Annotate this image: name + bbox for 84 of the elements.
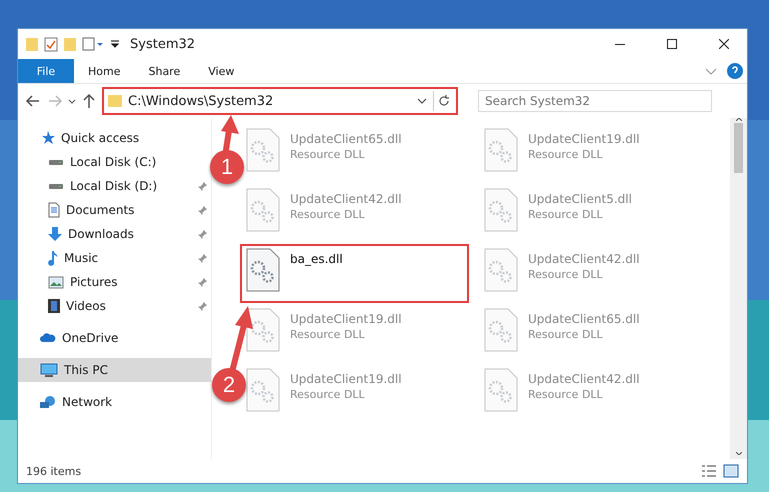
film-icon: [48, 299, 60, 313]
sidebar-item[interactable]: OneDrive: [18, 326, 211, 350]
address-path: C:\Windows\System32: [128, 94, 274, 108]
sidebar-label: Quick access: [61, 131, 140, 145]
sidebar-item[interactable]: Local Disk (D:): [18, 174, 211, 198]
sidebar-label: Local Disk (D:): [70, 179, 158, 193]
star-icon: [40, 131, 55, 145]
sidebar-item[interactable]: Quick access: [18, 126, 211, 150]
sidebar-item[interactable]: Pictures: [18, 270, 211, 294]
file-type: Resource DLL: [528, 148, 604, 161]
network-icon: [40, 396, 56, 408]
cloud-icon: [40, 333, 56, 343]
view-options-icon[interactable]: [82, 37, 104, 51]
sidebar-label: Pictures: [70, 275, 119, 289]
scrollbar[interactable]: [730, 118, 747, 459]
pin-icon[interactable]: [198, 254, 207, 262]
drive-icon: [48, 183, 64, 189]
drive-icon: [48, 159, 64, 165]
computer-icon: [40, 363, 58, 377]
pin-icon[interactable]: [198, 182, 207, 190]
file-type: Resource DLL: [290, 208, 366, 221]
pin-icon[interactable]: [198, 206, 207, 214]
music-note-icon: [48, 250, 58, 266]
sidebar-label: This PC: [64, 363, 109, 377]
sidebar-label: Downloads: [68, 227, 135, 241]
document-icon: [48, 202, 60, 218]
file-type: Resource DLL: [528, 388, 604, 401]
pictures-icon: [48, 276, 64, 288]
gear-document-icon: [246, 368, 280, 412]
ribbon-tab[interactable]: Share: [134, 59, 194, 83]
scroll-up-icon[interactable]: [736, 118, 742, 121]
window-title: System32: [130, 36, 196, 52]
chevron-icon[interactable]: [417, 98, 427, 104]
file-name[interactable]: ba_es.dll: [290, 252, 343, 266]
sidebar-item[interactable]: Downloads: [18, 222, 211, 246]
arrow-drawing: [221, 115, 239, 153]
gear-document-icon: [484, 308, 518, 352]
gear-document-icon: [484, 128, 518, 172]
gear-document-icon: [246, 248, 280, 292]
file-type: Resource DLL: [290, 328, 366, 341]
maximize-icon[interactable]: [667, 39, 677, 49]
address-bar[interactable]: C:\Windows\System32: [102, 87, 458, 115]
sidebar-label: Documents: [66, 203, 136, 217]
gear-document-icon: [484, 188, 518, 232]
scroll-thumb[interactable]: [734, 123, 743, 173]
sidebar-item[interactable]: This PC: [18, 358, 211, 382]
sidebar-item[interactable]: Documents: [18, 198, 211, 222]
properties-icon[interactable]: [44, 36, 58, 52]
caret-icon[interactable]: [110, 40, 120, 48]
sidebar-label: OneDrive: [62, 331, 120, 345]
search-field[interactable]: Search System32: [478, 90, 712, 112]
gear-document-icon: [484, 248, 518, 292]
sidebar-label: Videos: [66, 299, 107, 313]
sidebar-item[interactable]: Music: [18, 246, 211, 270]
file-type: Resource DLL: [290, 148, 366, 161]
sidebar-item[interactable]: Videos: [18, 294, 211, 318]
sidebar-label: Local Disk (C:): [70, 155, 158, 169]
gear-document-icon: [246, 128, 280, 172]
file-type: Resource DLL: [528, 268, 604, 281]
chevron-icon[interactable]: [68, 98, 76, 104]
sidebar-item[interactable]: Network: [18, 390, 211, 414]
close-icon[interactable]: [719, 39, 729, 49]
ribbon-tab[interactable]: Home: [74, 59, 134, 83]
scroll-down-icon[interactable]: [736, 452, 742, 455]
sidebar-label: Network: [62, 395, 114, 409]
details-view-icon[interactable]: [701, 465, 717, 477]
file-type: Resource DLL: [528, 328, 604, 341]
pin-icon[interactable]: [198, 302, 207, 310]
item-count: 196 items: [26, 464, 82, 478]
gear-document-icon: [484, 368, 518, 412]
ribbon-tab[interactable]: View: [194, 59, 248, 83]
file-type: Resource DLL: [528, 208, 604, 221]
sidebar-item[interactable]: Local Disk (C:): [18, 150, 211, 174]
gear-document-icon: [246, 308, 280, 352]
folder-icon: [108, 95, 122, 107]
file-type: Resource DLL: [290, 388, 366, 401]
download-arrow-icon: [48, 227, 62, 241]
sidebar-label: Music: [64, 251, 100, 265]
pin-icon[interactable]: [198, 230, 207, 238]
gear-document-icon: [246, 188, 280, 232]
file-menu-button[interactable]: File: [18, 59, 74, 83]
thumbnail-view-icon[interactable]: [723, 464, 739, 478]
file-item[interactable]: ba_es.dll: [240, 244, 469, 303]
pin-icon[interactable]: [198, 278, 207, 286]
